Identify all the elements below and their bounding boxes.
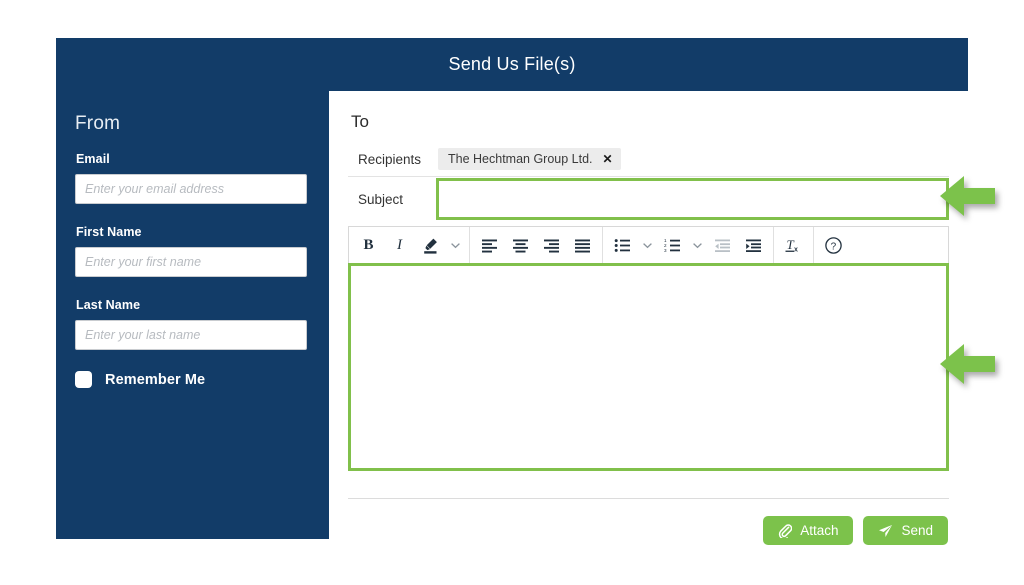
indent-icon[interactable] — [738, 227, 769, 263]
remove-recipient-icon[interactable]: ✕ — [603, 152, 613, 166]
subject-label: Subject — [358, 191, 404, 207]
send-files-app: Send Us File(s) From Email First Name La… — [56, 38, 968, 545]
clear-formatting-icon[interactable]: T x — [778, 227, 809, 263]
app-header: Send Us File(s) — [56, 38, 968, 91]
italic-icon[interactable]: I — [384, 227, 415, 263]
svg-text:x: x — [794, 246, 798, 253]
paper-plane-icon — [878, 524, 893, 538]
recipient-chip[interactable]: The Hechtman Group Ltd. ✕ — [438, 148, 621, 170]
chevron-down-icon[interactable] — [688, 227, 707, 263]
attach-button[interactable]: Attach — [763, 516, 854, 545]
svg-text:?: ? — [831, 241, 837, 252]
chevron-down-icon[interactable] — [638, 227, 657, 263]
bold-icon[interactable]: B — [353, 227, 384, 263]
toolbar-group-clear: T x — [774, 227, 814, 263]
numbered-list-icon[interactable]: 1 2 3 — [657, 227, 688, 263]
first-name-field[interactable] — [75, 247, 307, 277]
help-icon[interactable]: ? — [818, 227, 849, 263]
app-body: From Email First Name Last Name Remember… — [56, 91, 968, 545]
chevron-down-icon[interactable] — [446, 227, 465, 263]
send-button-label: Send — [901, 523, 933, 538]
remember-me-row[interactable]: Remember Me — [75, 371, 308, 388]
bulleted-list-icon[interactable] — [607, 227, 638, 263]
remember-me-label: Remember Me — [105, 371, 206, 388]
last-name-label: Last Name — [76, 298, 141, 312]
email-field[interactable] — [75, 174, 307, 204]
align-left-icon[interactable] — [474, 227, 505, 263]
recipients-label: Recipients — [358, 151, 422, 167]
toolbar-group-alignment — [470, 227, 603, 263]
outdent-icon[interactable] — [707, 227, 738, 263]
from-sidebar: From Email First Name Last Name Remember… — [56, 91, 329, 539]
subject-row: Subject — [348, 178, 949, 220]
compose-panel: To Recipients The Hechtman Group Ltd. ✕ … — [329, 91, 968, 545]
recipients-row: Recipients The Hechtman Group Ltd. ✕ — [348, 142, 949, 177]
send-button[interactable]: Send — [863, 516, 948, 545]
remember-me-checkbox[interactable] — [75, 371, 92, 388]
attach-button-label: Attach — [800, 523, 839, 538]
footer-divider — [348, 498, 949, 499]
action-buttons: Attach Send — [348, 516, 949, 545]
email-label: Email — [76, 152, 110, 166]
from-heading: From — [75, 113, 121, 134]
page-title: Send Us File(s) — [448, 54, 576, 74]
last-name-field[interactable] — [75, 320, 307, 350]
toolbar-group-text-style: B I — [349, 227, 470, 263]
align-center-icon[interactable] — [505, 227, 536, 263]
toolbar-group-lists: 1 2 3 — [603, 227, 774, 263]
svg-text:3: 3 — [664, 248, 667, 253]
align-right-icon[interactable] — [536, 227, 567, 263]
align-justify-icon[interactable] — [567, 227, 598, 263]
toolbar-group-help: ? — [814, 227, 853, 263]
highlight-pen-icon[interactable] — [415, 227, 446, 263]
editor-toolbar: B I 1 2 3 T x ? — [348, 226, 949, 264]
to-heading: To — [351, 112, 369, 131]
subject-input[interactable] — [436, 178, 949, 220]
first-name-label: First Name — [76, 225, 142, 239]
message-body-editor[interactable] — [348, 263, 949, 471]
recipient-chip-label: The Hechtman Group Ltd. — [448, 152, 593, 166]
paperclip-icon — [778, 523, 793, 538]
